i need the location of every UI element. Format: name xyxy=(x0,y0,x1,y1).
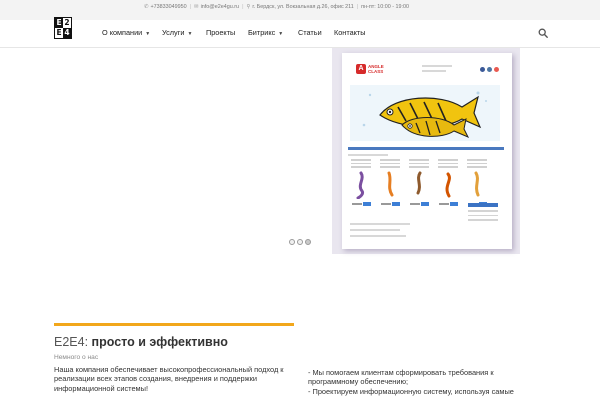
hero-slide[interactable]: A ANGLE CLASS xyxy=(332,48,520,254)
nav-item-contacts[interactable]: Контакты xyxy=(334,28,366,37)
about-subtitle: Немного о нас xyxy=(54,354,99,361)
phone-link[interactable]: +73833049950 xyxy=(151,4,187,10)
about-heading: E2E4: просто и эффективно xyxy=(54,335,228,350)
portfolio-screenshot: A ANGLE CLASS xyxy=(342,53,512,249)
separator: | xyxy=(189,4,192,10)
angle-class-logo: A xyxy=(356,64,366,74)
screenshot-sidebar-block xyxy=(468,203,498,233)
screenshot-product-card xyxy=(379,159,401,217)
nav-item-projects[interactable]: Проекты xyxy=(206,28,235,37)
social-icon xyxy=(480,67,485,72)
screenshot-text-line xyxy=(350,229,400,231)
screenshot-text-line xyxy=(348,154,388,156)
working-hours: пн-пт: 10:00 - 19:00 xyxy=(361,4,410,10)
nav-label: Проекты xyxy=(206,28,236,37)
screenshot-product-card xyxy=(408,159,430,217)
slider-dot[interactable] xyxy=(289,239,295,245)
separator: | xyxy=(356,4,359,10)
nav-label: Статьи xyxy=(298,28,322,37)
address-text: г. Бердск, ул. Вокзальная д.26, офис 211 xyxy=(252,4,354,10)
mail-icon: ✉ xyxy=(194,4,199,10)
screenshot-text-line xyxy=(350,223,410,225)
list-item: - Мы помогаем клиентам сформировать треб… xyxy=(308,368,494,387)
nav-label: Битрикс xyxy=(248,28,276,37)
services-list: - Мы помогаем клиентам сформировать треб… xyxy=(308,368,543,396)
slider-dot[interactable] xyxy=(297,239,303,245)
slider-pagination xyxy=(289,239,313,247)
nav-label: Контакты xyxy=(334,28,366,37)
chevron-down-icon: ▼ xyxy=(278,31,284,37)
screenshot-text-line xyxy=(422,70,446,72)
social-icon xyxy=(494,67,499,72)
main-nav: О компании ▼ Услуги ▼ Проекты Битрикс ▼ Ста… xyxy=(0,20,600,46)
nav-item-bitrix[interactable]: Битрикс ▼ xyxy=(248,28,283,37)
heading-prefix: E2E4: xyxy=(54,335,89,349)
screenshot-nav-strip xyxy=(348,147,504,150)
section-accent-bar xyxy=(54,323,294,326)
slider-dot-active[interactable] xyxy=(305,239,311,245)
fish-banner-illustration xyxy=(350,85,500,141)
angle-class-logo-text: ANGLE CLASS xyxy=(368,64,384,74)
list-item: - Проектируем информационную систему, ис… xyxy=(308,386,514,396)
location-icon: ⚲ xyxy=(246,4,251,10)
nav-label: Услуги xyxy=(162,28,185,37)
phone-icon: ✆ xyxy=(144,4,149,10)
separator: | xyxy=(242,4,244,10)
nav-item-articles[interactable]: Статьи xyxy=(298,28,322,37)
search-icon[interactable] xyxy=(538,28,548,38)
nav-item-about[interactable]: О компании ▼ xyxy=(102,28,150,37)
nav-item-services[interactable]: Услуги ▼ xyxy=(162,28,192,37)
screenshot-product-card xyxy=(437,159,459,217)
screenshot-product-card xyxy=(350,159,372,217)
chevron-down-icon: ▼ xyxy=(187,31,193,37)
chevron-down-icon: ▼ xyxy=(145,31,151,37)
social-icon xyxy=(487,67,492,72)
screenshot-text-line xyxy=(422,65,452,67)
email-link[interactable]: info@e2e4gu.ru xyxy=(201,4,239,10)
nav-label: О компании xyxy=(102,28,143,37)
screenshot-text-line xyxy=(350,235,406,237)
heading-main: просто и эффективно xyxy=(91,335,228,349)
about-description: Наша компания обеспечивает высокопрофесс… xyxy=(54,365,284,393)
contact-info: ✆ +73833049950 | ✉ info@e2e4gu.ru | ⚲ г. Бердск… xyxy=(144,3,434,11)
top-info-bar: ✆ +73833049950 | ✉ info@e2e4gu.ru | ⚲ г. Бердск… xyxy=(0,0,600,20)
